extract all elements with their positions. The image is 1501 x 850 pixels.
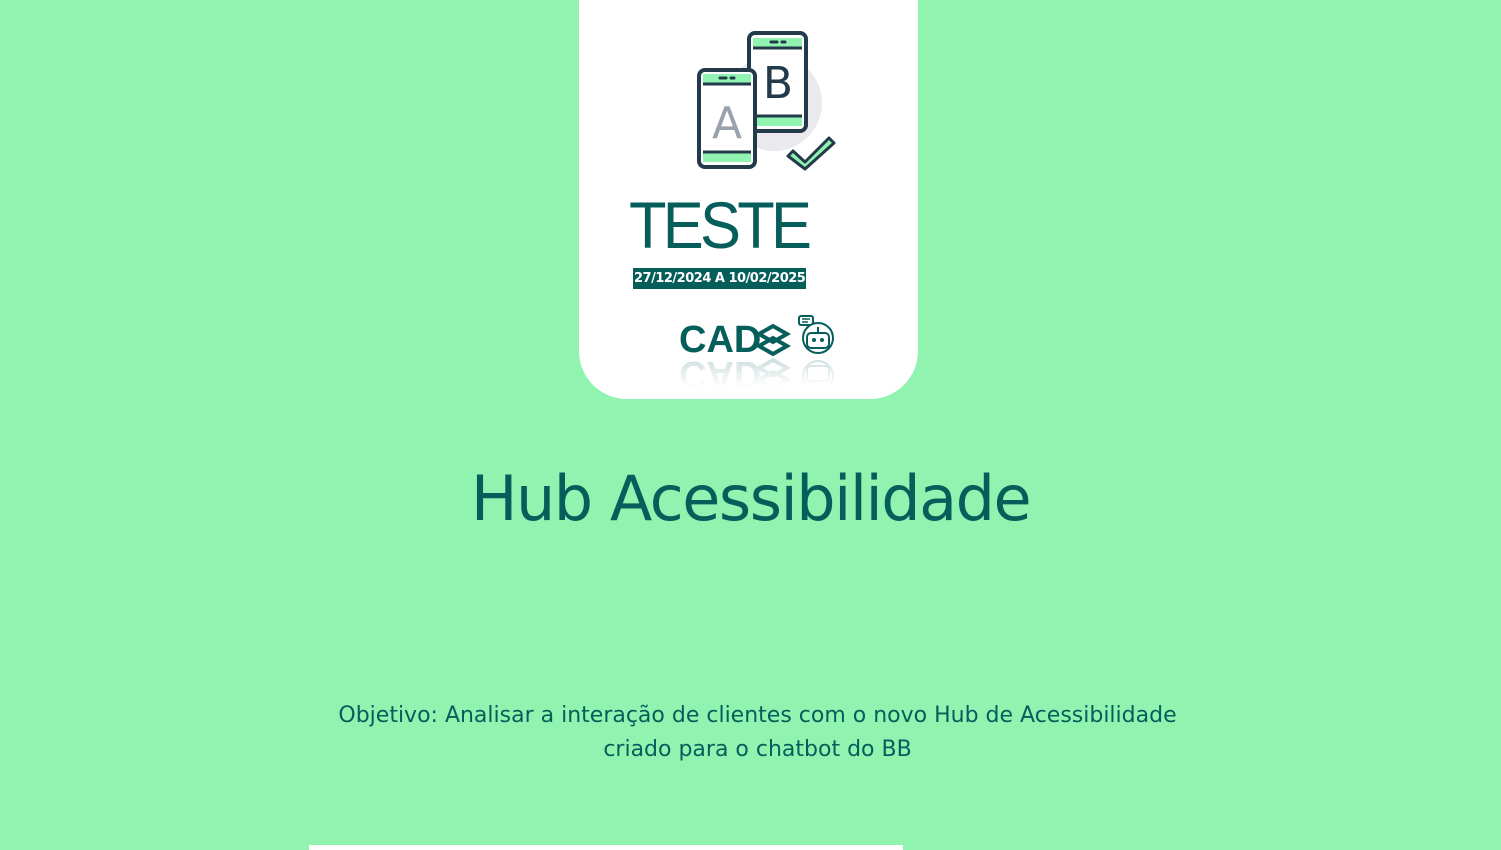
chatbot-robot-icon xyxy=(798,315,834,354)
bottom-strip xyxy=(309,845,903,850)
test-period-badge: 27/12/2024 A 10/02/2025 xyxy=(633,268,807,289)
objective-line-2: criado para o chatbot do BB xyxy=(603,737,912,762)
page-title: Hub Acessibilidade xyxy=(470,462,1032,535)
logo-reflection: CAD xyxy=(679,356,834,395)
svg-text:A: A xyxy=(712,98,742,149)
logo-row: CAD xyxy=(679,315,834,358)
bb-logo-icon xyxy=(754,323,792,357)
objective-text: Objetivo: Analisar a interação de client… xyxy=(300,699,1215,767)
svg-text:B: B xyxy=(763,58,793,109)
svg-text:CAD: CAD xyxy=(679,319,761,358)
cad-logo: CAD xyxy=(679,319,761,358)
objective-line-1: Objetivo: Analisar a interação de client… xyxy=(338,703,1177,728)
svg-text:CAD: CAD xyxy=(679,356,761,395)
header-card: B A TESTE 27/12/2024 A 10/02/2025 CAD CA… xyxy=(579,0,918,399)
ab-test-phones-icon: B A xyxy=(697,31,836,171)
test-title: TESTE xyxy=(629,188,812,262)
